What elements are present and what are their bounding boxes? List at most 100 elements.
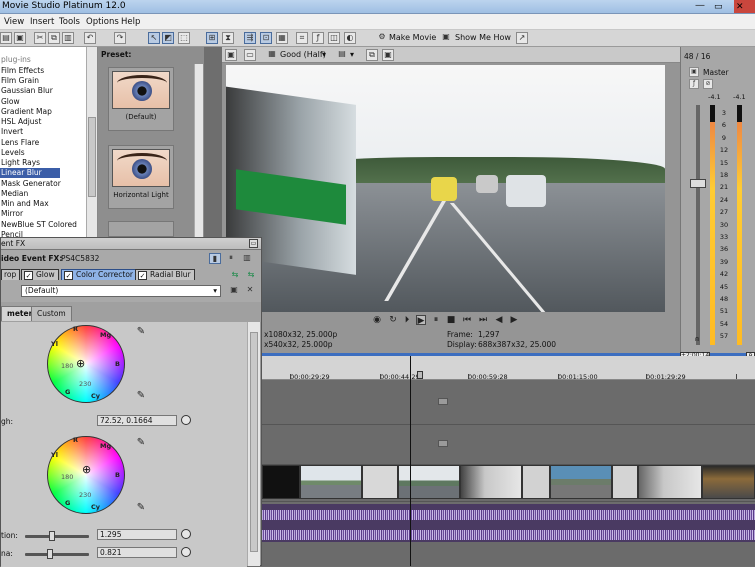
list-item[interactable]: NewBlue ST Colored Pencil xyxy=(0,220,90,237)
video-clip[interactable] xyxy=(262,465,300,499)
go-to-end-button[interactable]: ⏭ xyxy=(478,315,488,325)
preset-thumbnail-default[interactable]: (Default) xyxy=(108,67,174,131)
make-movie-button[interactable]: Make Movie xyxy=(389,33,436,42)
scrollbar-thumb[interactable] xyxy=(250,332,258,552)
menu-tools[interactable]: Tools xyxy=(59,17,80,27)
eyedropper-icon[interactable]: ✎ xyxy=(135,502,147,514)
video-clip[interactable] xyxy=(612,465,638,499)
fx-grid-view-button[interactable]: ▥ xyxy=(241,253,253,264)
scrollbar-thumb[interactable] xyxy=(88,117,96,197)
list-item[interactable]: Gradient Map xyxy=(0,107,84,117)
audio-track[interactable] xyxy=(262,504,755,542)
snapping-button[interactable]: ⊞ xyxy=(206,32,218,44)
mask-button[interactable]: ◐ xyxy=(344,32,356,44)
save-button[interactable]: ▣ xyxy=(14,32,26,44)
list-item[interactable]: Lens Flare xyxy=(0,138,84,148)
list-item[interactable]: HSL Adjust xyxy=(0,117,84,127)
preview-quality-select[interactable]: Good (Half) xyxy=(280,50,326,59)
list-item[interactable]: Glow xyxy=(0,97,84,107)
video-clip[interactable] xyxy=(460,465,522,499)
master-fx-button[interactable]: ƒ xyxy=(689,79,699,89)
overlays-icon[interactable]: ▤ xyxy=(336,49,348,61)
show-me-how-button[interactable]: Show Me How xyxy=(455,33,511,42)
paste-button[interactable]: ▥ xyxy=(62,32,74,44)
copy-button[interactable]: ⧉ xyxy=(48,32,60,44)
normal-edit-tool-button[interactable]: ↖ xyxy=(148,32,160,44)
video-clip[interactable] xyxy=(638,465,702,499)
video-clip[interactable] xyxy=(702,465,755,499)
lock-envelopes-button[interactable]: ⊡ xyxy=(260,32,272,44)
wheel-crosshair-icon[interactable]: ⊕ xyxy=(76,357,85,370)
video-clip[interactable] xyxy=(522,465,550,499)
empty-track-area[interactable] xyxy=(262,542,755,566)
video-track-empty[interactable] xyxy=(262,380,755,425)
play-from-start-button[interactable]: ⏵ xyxy=(402,315,412,325)
video-clip[interactable] xyxy=(550,465,612,499)
auto-ripple-button[interactable]: ⇶ xyxy=(244,32,256,44)
video-clip[interactable] xyxy=(300,465,362,499)
delete-preset-button[interactable]: ✕ xyxy=(245,285,255,296)
checkbox-icon[interactable]: ✓ xyxy=(24,271,33,280)
master-fader[interactable] xyxy=(690,179,706,188)
save-preset-button[interactable]: ▣ xyxy=(229,285,239,296)
record-button[interactable]: ◉ xyxy=(372,315,382,325)
list-item[interactable]: Invert xyxy=(0,127,84,137)
menu-view[interactable]: View xyxy=(4,17,24,27)
next-frame-button[interactable]: ▶ xyxy=(509,315,519,325)
highlight-value[interactable]: 72.52, 0.1664 xyxy=(97,415,177,426)
saturation-value[interactable]: 1.295 xyxy=(97,529,177,540)
preset-thumbnail-partial[interactable] xyxy=(108,221,174,237)
fx-preset-select[interactable]: (Default) ▾ xyxy=(21,285,221,297)
midtone-color-wheel[interactable] xyxy=(47,325,125,403)
fx-window-title-bar[interactable]: ent FX ▭ xyxy=(1,238,261,250)
list-item[interactable]: Levels xyxy=(0,148,84,158)
fx-list-view-button[interactable]: ⏸ xyxy=(225,253,237,264)
mute-button[interactable]: ⊘ xyxy=(703,79,713,89)
checkbox-icon[interactable]: ✓ xyxy=(64,271,73,280)
list-item[interactable]: Mask Generator xyxy=(0,179,84,189)
selection-tool-button[interactable]: ⬚ xyxy=(178,32,190,44)
eyedropper-icon[interactable]: ✎ xyxy=(135,437,147,449)
move-fx-right-icon[interactable]: ⇆ xyxy=(245,270,257,280)
fx-params-scrollbar[interactable] xyxy=(247,322,260,566)
list-item[interactable]: plug-ins xyxy=(0,55,84,65)
menu-options[interactable]: Options xyxy=(86,17,119,27)
video-clip[interactable] xyxy=(398,465,460,499)
saturation-slider[interactable] xyxy=(25,535,89,538)
save-snapshot-button[interactable]: ▣ xyxy=(382,49,394,61)
copy-snapshot-button[interactable]: ⧉ xyxy=(366,49,378,61)
animate-keyframe-icon[interactable] xyxy=(181,415,191,425)
stop-button[interactable]: ■ xyxy=(446,315,456,325)
restore-button[interactable]: ▭ xyxy=(249,239,258,248)
go-to-start-button[interactable]: ⏮ xyxy=(462,315,472,325)
play-button[interactable]: ▶ xyxy=(416,315,426,326)
list-item[interactable]: Mirror xyxy=(0,209,84,219)
undo-button[interactable]: ↶ xyxy=(84,32,96,44)
help-context-button[interactable]: ↗ xyxy=(516,32,528,44)
pause-button[interactable]: ⏸ xyxy=(431,315,441,325)
list-item[interactable]: Film Effects xyxy=(0,66,84,76)
cut-button[interactable]: ✂ xyxy=(34,32,46,44)
menu-insert[interactable]: Insert xyxy=(30,17,54,27)
playhead-handle[interactable] xyxy=(417,371,423,379)
minimize-button[interactable]: — xyxy=(690,0,710,13)
saturation-slider-knob[interactable] xyxy=(49,531,55,541)
list-item-selected[interactable]: Linear Blur xyxy=(0,168,60,178)
list-item[interactable]: Median xyxy=(0,189,84,199)
wheel-crosshair-icon[interactable]: ⊕ xyxy=(82,463,91,476)
video-track-main[interactable] xyxy=(262,465,755,502)
preview-properties-button[interactable]: ▣ xyxy=(225,49,237,61)
media-fx-button[interactable]: ◫ xyxy=(328,32,340,44)
gamma-value[interactable]: 0.821 xyxy=(97,547,177,558)
event-fx-button[interactable]: ƒ xyxy=(312,32,324,44)
checkbox-icon[interactable]: ✓ xyxy=(138,271,147,280)
list-item[interactable]: Gaussian Blur xyxy=(0,86,84,96)
close-button[interactable]: ✕ xyxy=(734,0,755,13)
timeline-ruler[interactable]: 00:00:29:29 00:00:44:29 00:00:59:28 00:0… xyxy=(262,356,755,381)
menu-help[interactable]: Help xyxy=(121,17,140,27)
move-fx-left-icon[interactable]: ⇆ xyxy=(229,270,241,280)
external-monitor-button[interactable]: ▭ xyxy=(244,49,256,61)
preset-thumbnail-horizontal-light[interactable]: Horizontal Light xyxy=(108,145,174,209)
ignore-grouping-button[interactable]: ▦ xyxy=(276,32,288,44)
fx-chain-view-button[interactable]: ▮ xyxy=(209,253,221,264)
